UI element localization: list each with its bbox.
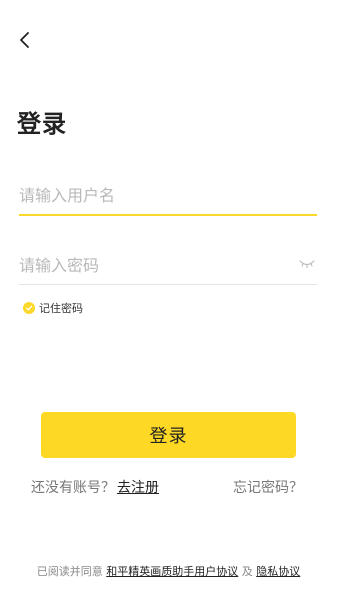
username-underline [19, 214, 317, 216]
agreement-text: 已阅读并同意 和平精英画质助手用户协议 及 隐私协议 [0, 563, 337, 579]
eye-closed-icon[interactable] [299, 258, 315, 270]
page-title: 登录 [17, 110, 67, 138]
register-prompt-text: 还没有账号？ [31, 480, 115, 496]
login-button[interactable]: 登录 [41, 412, 296, 458]
password-input[interactable] [19, 252, 289, 278]
password-underline [19, 284, 317, 285]
agreement-and: 及 [241, 565, 253, 578]
privacy-agreement-link[interactable]: 隐私协议 [256, 565, 300, 578]
forgot-password-link[interactable]: 忘记密码？ [233, 477, 303, 497]
check-circle-icon [23, 302, 35, 314]
chevron-left-icon [20, 32, 29, 48]
back-button[interactable] [13, 28, 37, 52]
username-input[interactable] [19, 182, 317, 208]
username-field-group [19, 182, 317, 216]
remember-password-label: 记住密码 [39, 302, 83, 315]
user-agreement-link[interactable]: 和平精英画质助手用户协议 [106, 565, 238, 578]
password-field-group [19, 252, 317, 285]
agreement-prefix: 已阅读并同意 [36, 565, 103, 578]
register-prompt: 还没有账号？ 去注册 [31, 477, 159, 497]
register-link[interactable]: 去注册 [117, 477, 159, 497]
login-button-label: 登录 [149, 426, 188, 446]
remember-password-toggle[interactable]: 记住密码 [23, 300, 83, 316]
